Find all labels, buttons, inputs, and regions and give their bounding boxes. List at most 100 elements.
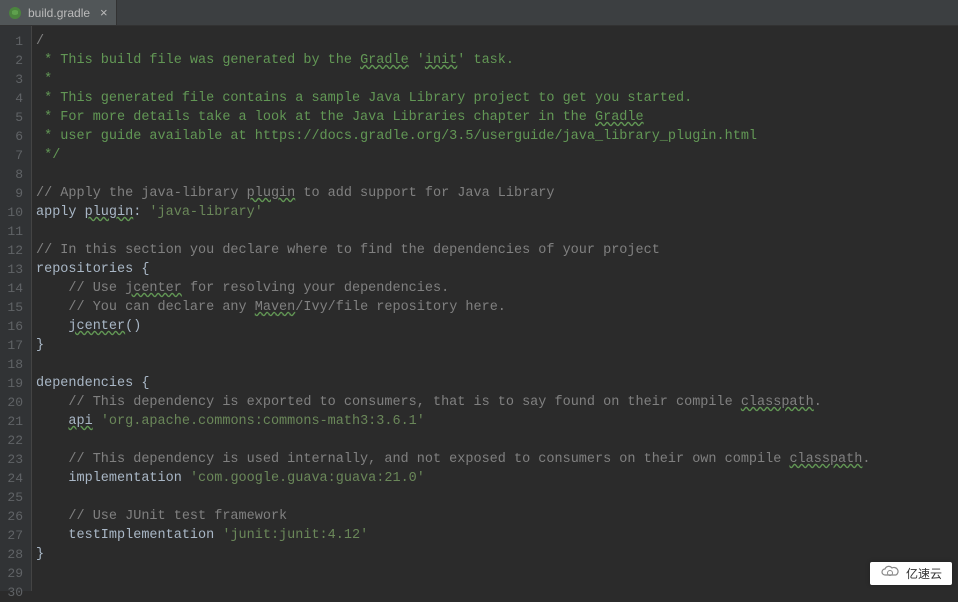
code-token: * For more details take a look at the Ja… bbox=[36, 110, 595, 125]
code-token: for resolving your dependencies. bbox=[182, 281, 449, 296]
line-number: 3 bbox=[0, 70, 23, 89]
code-token: // Use JUnit test framework bbox=[68, 509, 287, 524]
line-number: 14 bbox=[0, 279, 23, 298]
line-number: 15 bbox=[0, 298, 23, 317]
code-line[interactable] bbox=[36, 165, 958, 184]
line-number: 25 bbox=[0, 488, 23, 507]
line-number: 6 bbox=[0, 127, 23, 146]
line-number: 16 bbox=[0, 317, 23, 336]
code-token: implementation bbox=[36, 471, 190, 486]
code-token: // You can declare any bbox=[68, 300, 254, 315]
code-line[interactable]: * This generated file contains a sample … bbox=[36, 89, 958, 108]
code-line[interactable]: repositories { bbox=[36, 260, 958, 279]
line-number: 2 bbox=[0, 51, 23, 70]
code-token: plugin bbox=[85, 205, 134, 220]
code-line[interactable] bbox=[36, 488, 958, 507]
line-number: 29 bbox=[0, 564, 23, 583]
line-number: 12 bbox=[0, 241, 23, 260]
code-token: 'java-library' bbox=[149, 205, 262, 220]
tab-filename: build.gradle bbox=[28, 6, 90, 20]
code-token: // Apply the java-library bbox=[36, 186, 247, 201]
code-line[interactable] bbox=[36, 583, 958, 591]
code-token: 'com.google.guava:guava:21.0' bbox=[190, 471, 425, 486]
code-line[interactable]: dependencies { bbox=[36, 374, 958, 393]
code-token bbox=[36, 300, 68, 315]
code-line[interactable]: * user guide available at https://docs.g… bbox=[36, 127, 958, 146]
code-token: apply bbox=[36, 205, 85, 220]
code-line[interactable]: jcenter() bbox=[36, 317, 958, 336]
code-token: } bbox=[36, 338, 44, 353]
code-line[interactable]: // Apply the java-library plugin to add … bbox=[36, 184, 958, 203]
code-line[interactable] bbox=[36, 355, 958, 374]
code-line[interactable]: } bbox=[36, 336, 958, 355]
code-token bbox=[36, 509, 68, 524]
line-number: 1 bbox=[0, 32, 23, 51]
line-number: 17 bbox=[0, 336, 23, 355]
code-line[interactable]: / bbox=[36, 32, 958, 51]
code-line[interactable]: } bbox=[36, 545, 958, 564]
code-line[interactable]: // You can declare any Maven/Ivy/file re… bbox=[36, 298, 958, 317]
editor-area: 1234567891011121314151617181920212223242… bbox=[0, 26, 958, 591]
code-line[interactable] bbox=[36, 222, 958, 241]
code-token: plugin bbox=[247, 186, 296, 201]
code-line[interactable]: // This dependency is used internally, a… bbox=[36, 450, 958, 469]
code-token: ' task. bbox=[457, 53, 514, 68]
line-number: 27 bbox=[0, 526, 23, 545]
line-number: 19 bbox=[0, 374, 23, 393]
code-token: ' bbox=[409, 53, 425, 68]
code-line[interactable]: api 'org.apache.commons:commons-math3:3.… bbox=[36, 412, 958, 431]
watermark-text: 亿速云 bbox=[906, 565, 942, 582]
code-token: jcenter bbox=[125, 281, 182, 296]
line-number: 23 bbox=[0, 450, 23, 469]
code-line[interactable]: // This dependency is exported to consum… bbox=[36, 393, 958, 412]
line-number-gutter: 1234567891011121314151617181920212223242… bbox=[0, 26, 32, 591]
code-editor[interactable]: / * This build file was generated by the… bbox=[32, 26, 958, 591]
code-line[interactable]: // In this section you declare where to … bbox=[36, 241, 958, 260]
line-number: 10 bbox=[0, 203, 23, 222]
code-token: testImplementation bbox=[36, 528, 222, 543]
watermark-badge: 亿速云 bbox=[870, 562, 952, 585]
code-line[interactable]: * This build file was generated by the G… bbox=[36, 51, 958, 70]
code-token: api bbox=[68, 414, 92, 429]
code-token: * user guide available at https://docs.g… bbox=[36, 129, 757, 144]
code-token: * bbox=[36, 72, 52, 87]
code-token: // In this section you declare where to … bbox=[36, 243, 660, 258]
code-token: // Use bbox=[68, 281, 125, 296]
code-token: dependencies { bbox=[36, 376, 149, 391]
line-number: 8 bbox=[0, 165, 23, 184]
line-number: 26 bbox=[0, 507, 23, 526]
code-token: * This build file was generated by the bbox=[36, 53, 360, 68]
code-token: 'org.apache.commons:commons-math3:3.6.1' bbox=[101, 414, 425, 429]
code-token bbox=[36, 281, 68, 296]
code-line[interactable]: */ bbox=[36, 146, 958, 165]
code-line[interactable]: apply plugin: 'java-library' bbox=[36, 203, 958, 222]
code-line[interactable] bbox=[36, 431, 958, 450]
code-token: jcenter bbox=[68, 319, 125, 334]
line-number: 13 bbox=[0, 260, 23, 279]
code-token: } bbox=[36, 547, 44, 562]
line-number: 11 bbox=[0, 222, 23, 241]
code-token: // This dependency is used internally, a… bbox=[68, 452, 789, 467]
line-number: 28 bbox=[0, 545, 23, 564]
code-token: /Ivy/file repository here. bbox=[295, 300, 506, 315]
code-line[interactable]: testImplementation 'junit:junit:4.12' bbox=[36, 526, 958, 545]
code-line[interactable] bbox=[36, 564, 958, 583]
line-number: 5 bbox=[0, 108, 23, 127]
code-line[interactable]: // Use JUnit test framework bbox=[36, 507, 958, 526]
code-line[interactable]: implementation 'com.google.guava:guava:2… bbox=[36, 469, 958, 488]
line-number: 9 bbox=[0, 184, 23, 203]
code-token: Gradle bbox=[595, 110, 644, 125]
code-token bbox=[36, 414, 68, 429]
line-number: 30 bbox=[0, 583, 23, 602]
code-line[interactable]: // Use jcenter for resolving your depend… bbox=[36, 279, 958, 298]
code-token bbox=[36, 319, 68, 334]
code-line[interactable]: * For more details take a look at the Ja… bbox=[36, 108, 958, 127]
cloud-icon bbox=[880, 565, 900, 582]
close-tab-icon[interactable]: × bbox=[100, 5, 108, 20]
code-token: init bbox=[425, 53, 457, 68]
code-token: * This generated file contains a sample … bbox=[36, 91, 692, 106]
editor-tab[interactable]: build.gradle × bbox=[0, 0, 117, 25]
line-number: 4 bbox=[0, 89, 23, 108]
code-token: Gradle bbox=[360, 53, 409, 68]
code-line[interactable]: * bbox=[36, 70, 958, 89]
